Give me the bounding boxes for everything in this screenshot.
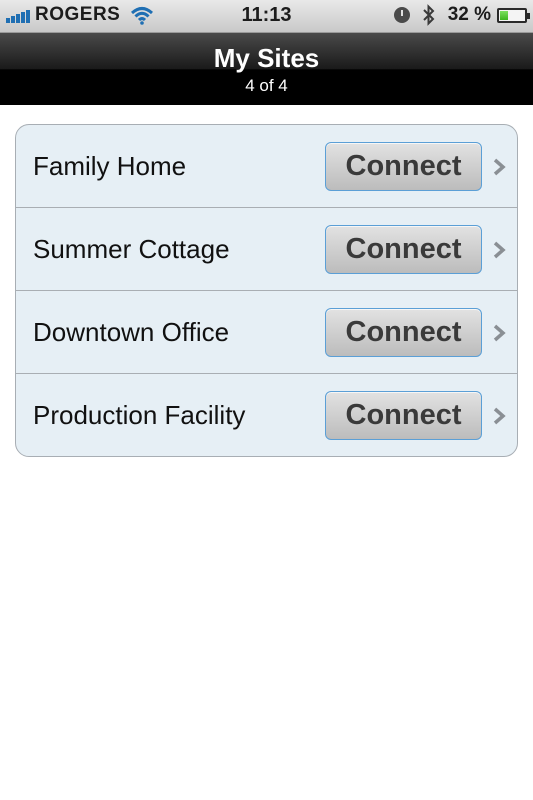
page-subtitle: 4 of 4 — [245, 76, 288, 95]
list-item[interactable]: Production Facility Connect — [16, 374, 517, 456]
battery-level-fill — [500, 10, 508, 20]
nav-bar: My Sites 4 of 4 — [0, 33, 533, 105]
chevron-right-icon[interactable] — [492, 324, 506, 342]
chevron-right-icon[interactable] — [492, 158, 506, 176]
chevron-right-icon[interactable] — [492, 241, 506, 259]
connect-button[interactable]: Connect — [325, 391, 482, 440]
site-name: Family Home — [33, 151, 187, 181]
list-item[interactable]: Family Home Connect — [16, 125, 517, 208]
connect-button[interactable]: Connect — [325, 308, 482, 357]
list-item[interactable]: Summer Cottage Connect — [16, 208, 517, 291]
bluetooth-icon — [422, 4, 435, 26]
page-title: My Sites — [213, 43, 320, 73]
connect-button[interactable]: Connect — [325, 225, 482, 274]
connect-button[interactable]: Connect — [325, 142, 482, 191]
chevron-right-icon[interactable] — [492, 407, 506, 425]
alarm-icon — [393, 7, 410, 23]
status-bar: ROGERS 11:13 32 % — [0, 0, 533, 33]
battery-icon — [497, 7, 530, 23]
site-name: Summer Cottage — [33, 234, 230, 264]
list-item[interactable]: Downtown Office Connect — [16, 291, 517, 374]
battery-percent: 32 % — [447, 4, 491, 25]
site-name: Production Facility — [33, 400, 246, 430]
site-name: Downtown Office — [33, 317, 230, 347]
status-right: 32 % — [393, 4, 530, 26]
sites-list: Family Home Connect Summer Cottage Conne… — [15, 124, 518, 457]
